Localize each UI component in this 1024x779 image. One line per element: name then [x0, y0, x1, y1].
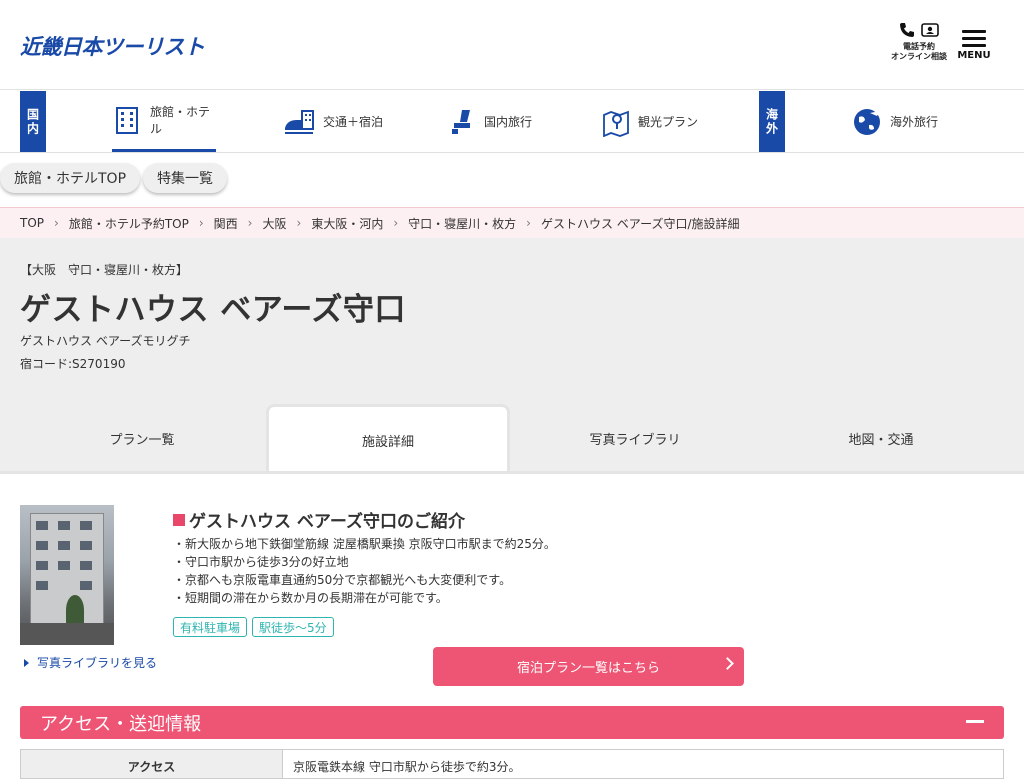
seat-icon [452, 109, 470, 134]
site-logo[interactable]: 近畿日本ツーリスト [20, 31, 205, 61]
tab-facility-details[interactable]: 施設詳細 [266, 404, 510, 474]
nav-item-train-hotel-label: 交通＋宿泊 [323, 115, 384, 129]
site-header: 近畿日本ツーリスト 電話予約 オンライン相談 MENU [0, 0, 1024, 90]
breadcrumb-moriguchi[interactable]: 守口・寝屋川・枚方 [408, 215, 516, 232]
intro-title-text: ゲストハウス ベアーズ守口のご紹介 [189, 512, 466, 532]
chevron-right-icon: › [526, 216, 531, 230]
hotel-code: 宿コード:S270190 [20, 357, 126, 371]
subnav-features[interactable]: 特集一覧 [143, 163, 227, 193]
menu-button[interactable]: MENU [955, 26, 993, 66]
nav-item-hotel[interactable]: 旅館・ホテル [112, 91, 216, 152]
nav-item-sightseeing[interactable]: 観光プラン [602, 91, 698, 152]
access-row-label: アクセス [21, 750, 283, 778]
list-item: ・守口市駅から徒歩3分の好立地 [173, 555, 349, 569]
chevron-right-icon [721, 657, 734, 670]
nav-item-domestic-tour-label: 国内旅行 [484, 115, 533, 129]
list-item: ・短期間の滞在から数か月の長期滞在が可能です。 [173, 591, 448, 605]
overseas-tag: 海外 [759, 91, 785, 152]
tab-plan-list[interactable]: プラン一覧 [20, 405, 264, 471]
breadcrumb-kansai[interactable]: 関西 [214, 215, 238, 232]
square-marker-icon [173, 513, 185, 526]
train-hotel-icon [285, 109, 314, 134]
list-item: ・京都へも京阪電車直通約50分で京都観光へも大変便利です。 [173, 573, 512, 587]
access-row-value: 京阪電鉄本線 守口市駅から徒歩で約3分。 [293, 760, 521, 774]
hotel-area: 【大阪 守口・寝屋川・枚方】 [20, 263, 189, 277]
sub-nav: 旅館・ホテルTOP 特集一覧 [0, 153, 1024, 207]
menu-label: MENU [957, 50, 991, 61]
list-item: ・新大阪から地下鉄御堂筋線 淀屋橋駅乗換 京阪守口市駅まで約25分。 [173, 537, 556, 551]
map-pin-icon [603, 110, 629, 137]
hotel-kana: ゲストハウス ベアーズモリグチ [20, 334, 191, 348]
breadcrumb: TOP › 旅館・ホテル予約TOP › 関西 › 大阪 › 東大阪・河内 › 守口・寝屋川… [0, 207, 1024, 238]
video-call-icon [921, 23, 939, 37]
phone-label-1: 電話予約 [903, 42, 935, 51]
chevron-right-icon: › [247, 216, 253, 230]
chevron-right-icon: › [198, 216, 204, 230]
chevron-right-icon: › [54, 216, 59, 230]
subnav-hotel-top[interactable]: 旅館・ホテルTOP [0, 163, 141, 193]
tab-photo-library[interactable]: 写真ライブラリ [513, 405, 757, 471]
access-table: アクセス 京阪電鉄本線 守口市駅から徒歩で約3分。 [20, 749, 1004, 779]
nav-item-overseas[interactable]: 海外旅行 [852, 91, 938, 152]
access-section-title: アクセス・送迎情報 [40, 713, 202, 735]
feature-chips: 有料駐車場 駅徒歩～5分 [173, 617, 334, 637]
phone-consult-button[interactable]: 電話予約 オンライン相談 [888, 22, 950, 68]
intro-title: ゲストハウス ベアーズ守口のご紹介 [173, 507, 465, 532]
phone-label-2: オンライン相談 [891, 52, 947, 61]
intro-bullets: ・新大阪から地下鉄御堂筋線 淀屋橋駅乗換 京阪守口市駅まで約25分。 ・守口市駅… [173, 535, 556, 607]
page-title: ゲストハウス ベアーズ守口 [20, 292, 406, 328]
chevron-right-icon: › [393, 216, 399, 230]
tab-divider [0, 471, 1024, 474]
breadcrumb-current: ゲストハウス ベアーズ守口/施設詳細 [540, 216, 740, 231]
nav-item-overseas-label: 海外旅行 [890, 115, 939, 129]
domestic-tag: 国内 [20, 91, 46, 152]
building-icon [116, 107, 138, 134]
photo-library-link[interactable]: 写真ライブラリを見る [24, 654, 157, 671]
phone-icon [900, 23, 914, 37]
breadcrumb-hotel-top[interactable]: 旅館・ホテル予約TOP [69, 215, 189, 232]
tab-map-access[interactable]: 地図・交通 [759, 405, 1003, 471]
access-section-header[interactable]: アクセス・送迎情報 [20, 706, 1004, 739]
hamburger-icon [962, 30, 986, 47]
nav-item-sightseeing-label: 観光プラン [638, 115, 699, 129]
category-nav: 国内 旅館・ホテル 交通＋宿泊 国内旅行 観光プラン 海外 海外旅行 [0, 91, 1024, 153]
breadcrumb-top[interactable]: TOP [20, 216, 44, 230]
photo-library-link-label: 写真ライブラリを見る [37, 656, 158, 670]
triangle-right-icon [24, 658, 29, 667]
nav-item-hotel-label: 旅館・ホテル [150, 105, 211, 136]
chip-paid-parking: 有料駐車場 [173, 617, 248, 637]
nav-item-domestic-tour[interactable]: 国内旅行 [448, 91, 532, 152]
breadcrumb-higashiosaka[interactable]: 東大阪・河内 [311, 215, 383, 232]
chip-station-walk: 駅徒歩～5分 [252, 617, 334, 637]
breadcrumb-osaka[interactable]: 大阪 [262, 215, 286, 232]
nav-item-train-hotel[interactable]: 交通＋宿泊 [283, 91, 383, 152]
view-plans-button-label: 宿泊プラン一覧はこちら [516, 661, 660, 676]
chevron-right-icon: › [296, 216, 302, 230]
view-plans-button[interactable]: 宿泊プラン一覧はこちら [433, 647, 744, 686]
globe-plane-icon [854, 108, 880, 135]
hotel-photo[interactable] [20, 505, 114, 645]
collapse-icon[interactable] [966, 720, 984, 723]
